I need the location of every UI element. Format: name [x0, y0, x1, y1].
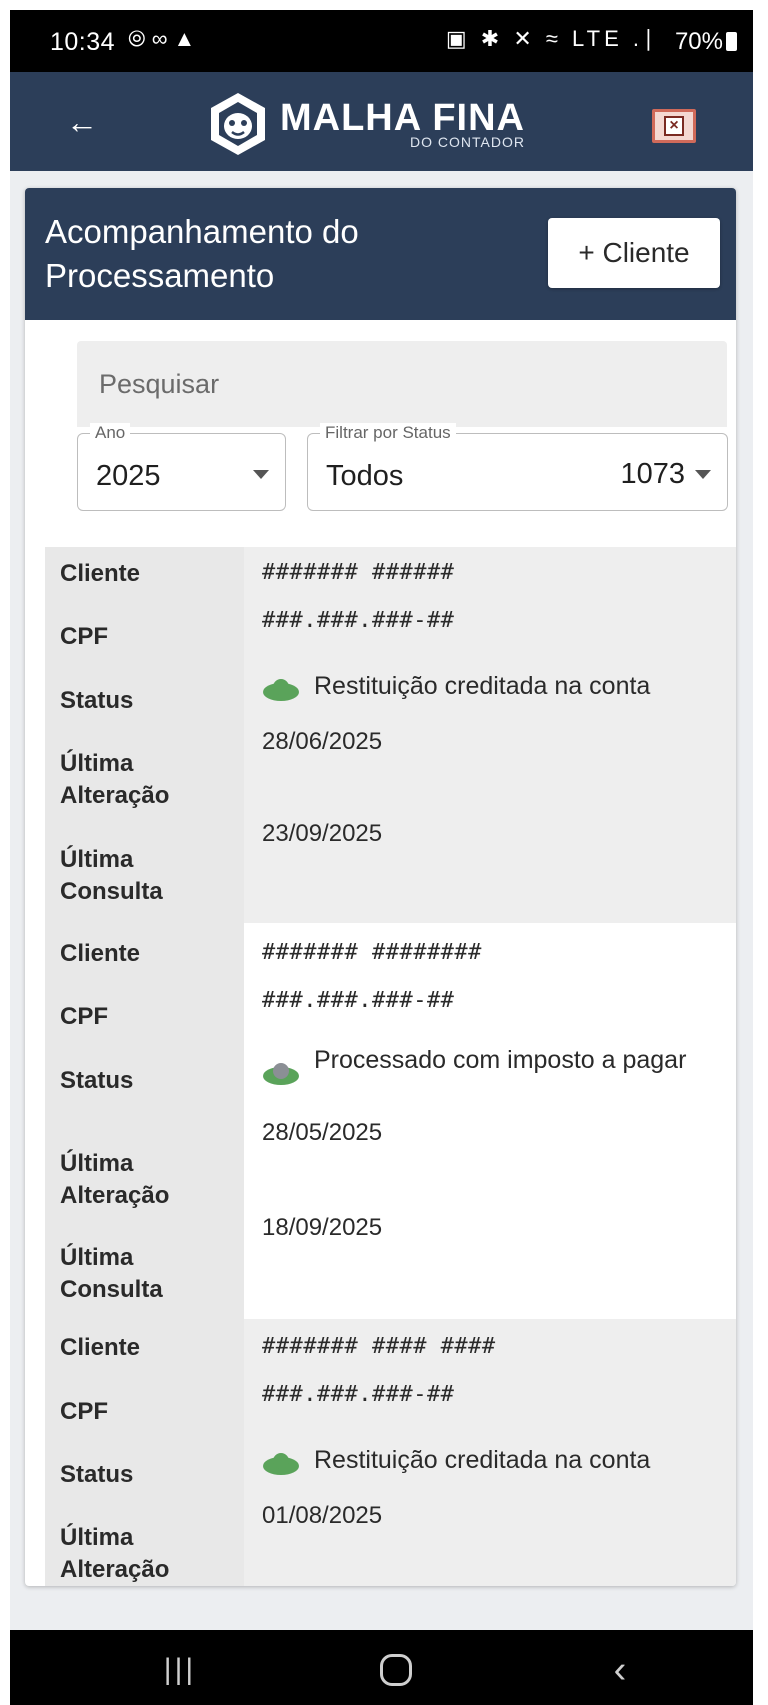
logo-text: MALHA FINA DO CONTADOR [280, 98, 525, 150]
status-time: 10:34 [50, 28, 116, 56]
record-values: ####### ###### ###.###.###-## Restituiçã… [244, 547, 736, 923]
battery-indicator: 70% [675, 28, 737, 56]
client-name: ####### ###### [262, 560, 455, 585]
client-cpf: ###.###.###-## [262, 988, 455, 1013]
status-badge: Restituição creditada na conta [262, 671, 694, 701]
nav-back-icon[interactable]: ‹ [590, 1648, 650, 1692]
list-item[interactable]: Cliente CPF Status Última Alteração #####… [45, 1319, 736, 1586]
status-filter-count: 1073 [620, 458, 685, 490]
card-header: Acompanhamento do Processamento + Client… [25, 188, 736, 320]
status-bar: 10:34 ⦾ ∞ ▲ ▣ ✱ ✕ ≈ LTE .∣ 70% [10, 10, 753, 72]
label-last-change: Última Alteração [60, 750, 170, 809]
last-query-date: 18/09/2025 [262, 1214, 383, 1241]
battery-percent: 70% [674, 28, 723, 55]
year-select[interactable]: Ano 2025 [77, 423, 286, 511]
app-bar: ← MALHA FINA DO CONTADOR × [10, 72, 753, 171]
processing-card: Acompanhamento do Processamento + Client… [25, 188, 736, 1586]
client-name: ####### #### #### [262, 1334, 496, 1359]
last-change-date: 01/08/2025 [262, 1502, 383, 1529]
system-nav-bar: ||| ‹ [10, 1630, 753, 1705]
record-labels: Cliente CPF Status Última Alteração Últim… [45, 547, 244, 923]
status-filter-select[interactable]: Filtrar por Status Todos 1073 [307, 423, 728, 511]
cloud-icon [263, 679, 299, 701]
page-title: Acompanhamento do Processamento [45, 213, 359, 294]
chevron-down-icon [695, 470, 711, 479]
logo-main-text: MALHA FINA [280, 97, 525, 139]
record-values: ####### ######## ###.###.###-## Processa… [244, 923, 736, 1319]
list-item[interactable]: Cliente CPF Status Última Alteração Últim… [45, 547, 736, 923]
label-cpf: CPF [60, 623, 108, 650]
client-cpf: ###.###.###-## [262, 1382, 455, 1407]
status-text: Processado com imposto a pagar [314, 1046, 687, 1074]
app-logo: MALHA FINA DO CONTADOR [204, 86, 525, 162]
recent-apps-icon[interactable]: ||| [150, 1648, 210, 1692]
battery-icon [726, 32, 737, 51]
list-item[interactable]: Cliente CPF Status Última Alteração Últim… [45, 923, 736, 1319]
system-icons: ▣ ✱ ✕ ≈ LTE .∣ [445, 26, 658, 51]
label-last-change: Última Alteração [60, 1524, 170, 1583]
lion-logo-icon [211, 93, 265, 155]
last-query-date: 23/09/2025 [262, 820, 383, 847]
cloud-icon [263, 1453, 299, 1475]
status-text: Restituição creditada na conta [314, 1446, 651, 1474]
status-badge: Restituição creditada na conta [262, 1445, 694, 1475]
status-text: Restituição creditada na conta [314, 672, 651, 700]
status-filter-label: Filtrar por Status [320, 423, 456, 443]
label-client: Cliente [60, 560, 141, 587]
add-client-button[interactable]: + Cliente [548, 218, 720, 288]
close-window-button[interactable]: × [652, 109, 696, 143]
year-select-value: 2025 [96, 460, 161, 492]
label-status: Status [60, 1067, 134, 1094]
year-select-label: Ano [90, 423, 131, 443]
chevron-down-icon [253, 470, 269, 479]
status-filter-value: Todos [326, 460, 404, 492]
label-status: Status [60, 687, 134, 714]
label-last-change: Última Alteração [60, 1150, 170, 1209]
last-change-date: 28/06/2025 [262, 728, 383, 755]
close-icon: × [664, 116, 684, 136]
notification-icons: ⦾ ∞ ▲ [128, 26, 196, 51]
cloud-icon [263, 1063, 299, 1085]
search-input[interactable] [77, 341, 727, 427]
client-cpf: ###.###.###-## [262, 608, 455, 633]
home-icon[interactable] [366, 1648, 426, 1692]
label-cpf: CPF [60, 1398, 108, 1425]
label-client: Cliente [60, 1334, 141, 1361]
label-last-query: Última Consulta [60, 1244, 163, 1303]
phone-screen: 10:34 ⦾ ∞ ▲ ▣ ✱ ✕ ≈ LTE .∣ 70% ← MALHA F… [10, 10, 753, 1705]
back-arrow-icon[interactable]: ← [62, 102, 102, 142]
client-name: ####### ######## [262, 940, 482, 965]
label-status: Status [60, 1461, 134, 1488]
search-field[interactable] [77, 341, 727, 427]
label-last-query: Última Consulta [60, 846, 163, 905]
label-cpf: CPF [60, 1003, 108, 1030]
status-badge: Processado com imposto a pagar [262, 1045, 694, 1085]
record-labels: Cliente CPF Status Última Alteração Últim… [45, 923, 244, 1319]
record-labels: Cliente CPF Status Última Alteração [45, 1319, 244, 1586]
label-client: Cliente [60, 940, 141, 967]
records-list[interactable]: Cliente CPF Status Última Alteração Últim… [45, 547, 736, 1586]
last-change-date: 28/05/2025 [262, 1119, 383, 1146]
record-values: ####### #### #### ###.###.###-## Restitu… [244, 1319, 736, 1586]
